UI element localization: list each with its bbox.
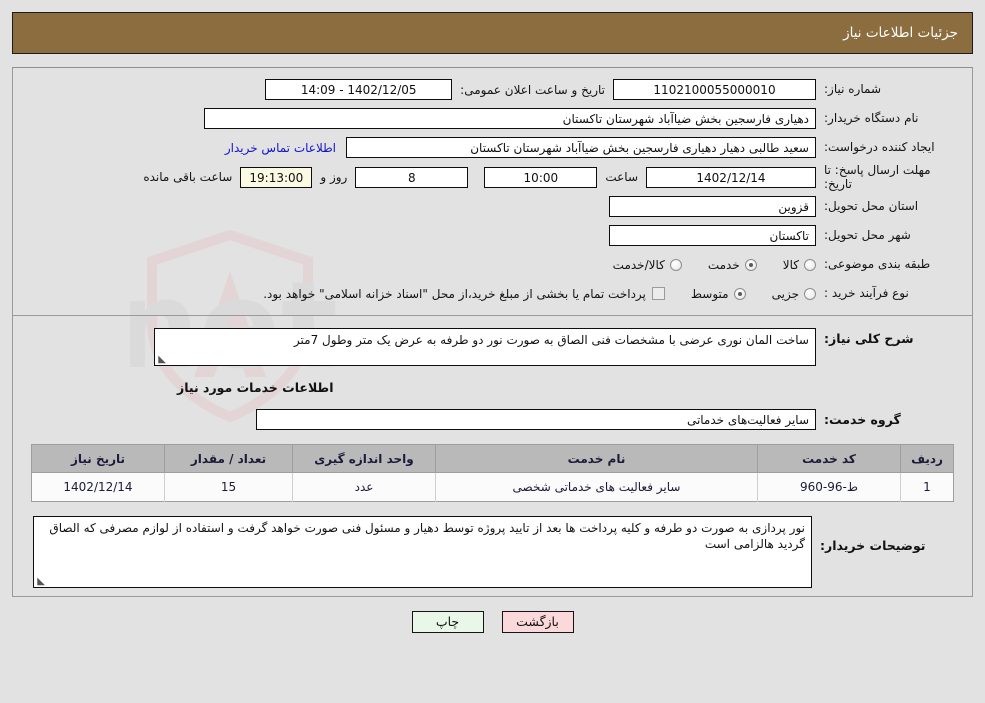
print-button[interactable]: چاپ [411, 611, 484, 633]
need-number-value[interactable]: 1102100055000010 [613, 79, 816, 100]
resize-grip-icon-notes[interactable]: ◣ [36, 577, 45, 587]
cell-unit: عدد [292, 472, 436, 502]
radio-option-motavaset[interactable]: متوسط [691, 287, 746, 301]
col-header-unit: واحد اندازه گیری [292, 444, 436, 473]
row-need-number: شماره نیاز: 1102100055000010 تاریخ و ساع… [23, 76, 962, 103]
need-info-section: شماره نیاز: 1102100055000010 تاریخ و ساع… [13, 68, 972, 316]
remaining-time-value[interactable]: 19:13:00 [240, 166, 313, 188]
radio-icon-kala[interactable] [804, 258, 816, 271]
resize-grip-icon[interactable]: ◣ [157, 355, 166, 365]
services-section: شرح کلی نیاز: ساخت المان نوری عرضی با مش… [13, 316, 972, 596]
subject-category-radio-group[interactable]: کالا خدمت کالا/خدمت [613, 258, 816, 272]
announce-datetime-value[interactable]: 14:09 - 1402/12/05 [265, 79, 453, 100]
cell-quantity: 15 [164, 472, 293, 502]
row-buyer-notes: توضیحات خریدار: نور پردازی به صورت دو طر… [33, 516, 952, 588]
buyer-org-label: نام دستگاه خریدار: [824, 111, 919, 125]
services-table-wrapper: ردیف کد خدمت نام خدمت واحد اندازه گیری ت… [31, 444, 954, 502]
general-description-label: شرح کلی نیاز: [824, 331, 914, 346]
deadline-time-value[interactable]: 10:00 [484, 166, 598, 188]
col-header-need-date: تاریخ نیاز [31, 444, 165, 473]
services-table: ردیف کد خدمت نام خدمت واحد اندازه گیری ت… [31, 444, 954, 502]
radio-label-jozee: جزیی [771, 286, 799, 301]
radio-icon-kala-khedmat[interactable] [669, 258, 682, 271]
radio-label-khedmat: خدمت [707, 257, 740, 272]
purchase-type-radio-group[interactable]: جزیی متوسط [691, 287, 816, 301]
treasury-checkbox-icon[interactable] [651, 287, 665, 300]
buyer-notes-label: توضیحات خریدار: [820, 538, 926, 553]
services-heading: اطلاعات خدمات مورد نیاز [177, 380, 334, 395]
purchase-type-label: نوع فرآیند خرید : [824, 286, 909, 300]
general-description-value: ساخت المان نوری عرضی با مشخصات فنی الصاق… [293, 333, 809, 347]
general-description-textarea[interactable]: ساخت المان نوری عرضی با مشخصات فنی الصاق… [154, 328, 816, 366]
delivery-city-value[interactable]: تاکستان [609, 225, 816, 246]
row-subject-category: طبقه بندی موضوعی: کالا خدمت کالا/خدمت [23, 251, 962, 278]
delivery-city-label: شهر محل تحویل: [824, 228, 911, 242]
service-group-value[interactable]: سایر فعالیت‌های خدماتی [256, 409, 816, 430]
deadline-hour-label: ساعت [605, 170, 638, 184]
delivery-province-value[interactable]: قزوین [609, 196, 816, 217]
page-root: جزئیات اطلاعات نیاز شماره نیاز: 11021000… [0, 12, 985, 633]
treasury-checkbox-label: پرداخت تمام یا بخشی از مبلغ خرید،از محل … [263, 286, 646, 301]
radio-icon-jozee[interactable] [804, 287, 816, 300]
cell-service-code: ط-96-960 [757, 472, 901, 502]
cell-service-name: سایر فعالیت های خدماتی شخصی [435, 472, 758, 502]
table-header-row: ردیف کد خدمت نام خدمت واحد اندازه گیری ت… [31, 444, 954, 473]
row-general-description: شرح کلی نیاز: ساخت المان نوری عرضی با مش… [23, 328, 962, 366]
request-creator-label: ایجاد کننده درخواست: [824, 140, 935, 154]
row-purchase-type: نوع فرآیند خرید : جزیی متوسط پرداخت تمام… [23, 280, 962, 307]
request-creator-value[interactable]: سعید طالبی دهیار دهیاری فارسجین بخش ضیاآ… [346, 137, 816, 158]
radio-option-jozee[interactable]: جزیی [772, 287, 816, 301]
announce-datetime-label: تاریخ و ساعت اعلان عمومی: [460, 82, 605, 97]
row-service-group: گروه خدمت: سایر فعالیت‌های خدماتی [23, 409, 962, 430]
radio-label-kala-khedmat: کالا/خدمت [612, 257, 665, 272]
treasury-checkbox-group[interactable]: پرداخت تمام یا بخشی از مبلغ خرید،از محل … [263, 287, 665, 301]
buyer-contact-link[interactable]: اطلاعات تماس خریدار [215, 141, 346, 155]
buyer-notes-value: نور پردازی به صورت دو طرفه و کلیه پرداخت… [49, 521, 805, 551]
radio-option-kala-khedmat[interactable]: کالا/خدمت [613, 258, 682, 272]
col-header-service-name: نام خدمت [435, 444, 758, 473]
radio-icon-motavaset[interactable] [733, 287, 746, 300]
radio-option-khedmat[interactable]: خدمت [708, 258, 757, 272]
radio-option-kala[interactable]: کالا [783, 258, 816, 272]
need-number-label: شماره نیاز: [824, 82, 881, 96]
response-deadline-label: مهلت ارسال پاسخ: تا تاریخ: [824, 163, 931, 191]
radio-label-motavaset: متوسط [690, 286, 729, 301]
col-header-row-no: ردیف [900, 444, 954, 473]
remaining-time-label: ساعت باقی مانده [143, 170, 233, 184]
page-title: جزئیات اطلاعات نیاز [843, 25, 958, 41]
page-header: جزئیات اطلاعات نیاز [12, 12, 973, 54]
table-row[interactable]: 1 ط-96-960 سایر فعالیت های خدماتی شخصی ع… [31, 472, 954, 502]
subject-category-label: طبقه بندی موضوعی: [824, 257, 931, 271]
deadline-date-value[interactable]: 1402/12/14 [646, 166, 816, 188]
remaining-days-value[interactable]: 8 [355, 166, 469, 188]
row-response-deadline: مهلت ارسال پاسخ: تا تاریخ: 1402/12/14 سا… [23, 163, 962, 191]
delivery-province-label: استان محل تحویل: [824, 199, 919, 213]
details-panel: شماره نیاز: 1102100055000010 تاریخ و ساع… [12, 67, 973, 597]
row-delivery-province: استان محل تحویل: قزوین [23, 193, 962, 220]
radio-label-kala: کالا [782, 257, 799, 272]
remaining-days-label: روز و [320, 170, 348, 184]
buyer-org-value[interactable]: دهیاری فارسجین بخش ضیاآباد شهرستان تاکست… [204, 108, 816, 129]
col-header-service-code: کد خدمت [757, 444, 901, 473]
row-buyer-org: نام دستگاه خریدار: دهیاری فارسجین بخش ضی… [23, 105, 962, 132]
buyer-notes-textarea[interactable]: نور پردازی به صورت دو طرفه و کلیه پرداخت… [33, 516, 812, 588]
footer-button-row: بازگشت چاپ [0, 611, 985, 633]
col-header-quantity: تعداد / مقدار [164, 444, 293, 473]
back-button[interactable]: بازگشت [501, 611, 574, 633]
row-request-creator: ایجاد کننده درخواست: سعید طالبی دهیار ده… [23, 134, 962, 161]
service-group-label: گروه خدمت: [824, 412, 901, 427]
cell-row-no: 1 [900, 472, 954, 502]
radio-icon-khedmat[interactable] [744, 258, 757, 271]
cell-need-date: 1402/12/14 [31, 472, 165, 502]
row-delivery-city: شهر محل تحویل: تاکستان [23, 222, 962, 249]
